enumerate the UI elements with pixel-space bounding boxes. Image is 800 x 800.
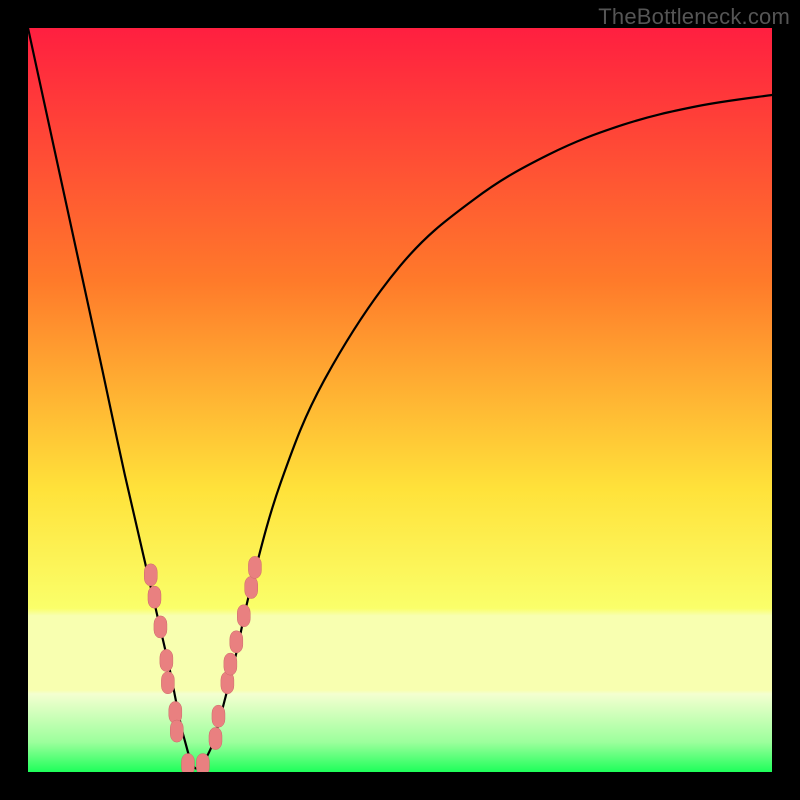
marker-point <box>196 754 209 772</box>
marker-point <box>248 556 261 578</box>
marker-point <box>245 576 258 598</box>
marker-point <box>237 605 250 627</box>
marker-point <box>170 720 183 742</box>
marker-point <box>144 564 157 586</box>
marker-point <box>161 672 174 694</box>
marker-point <box>209 728 222 750</box>
gradient-background <box>28 28 772 772</box>
marker-point <box>154 616 167 638</box>
chart-frame: TheBottleneck.com <box>0 0 800 800</box>
plot-area <box>28 28 772 772</box>
watermark-text: TheBottleneck.com <box>598 4 790 30</box>
marker-point <box>224 653 237 675</box>
marker-point <box>181 754 194 772</box>
plot-svg <box>28 28 772 772</box>
marker-point <box>148 586 161 608</box>
marker-point <box>212 705 225 727</box>
marker-point <box>230 631 243 653</box>
marker-point <box>160 649 173 671</box>
